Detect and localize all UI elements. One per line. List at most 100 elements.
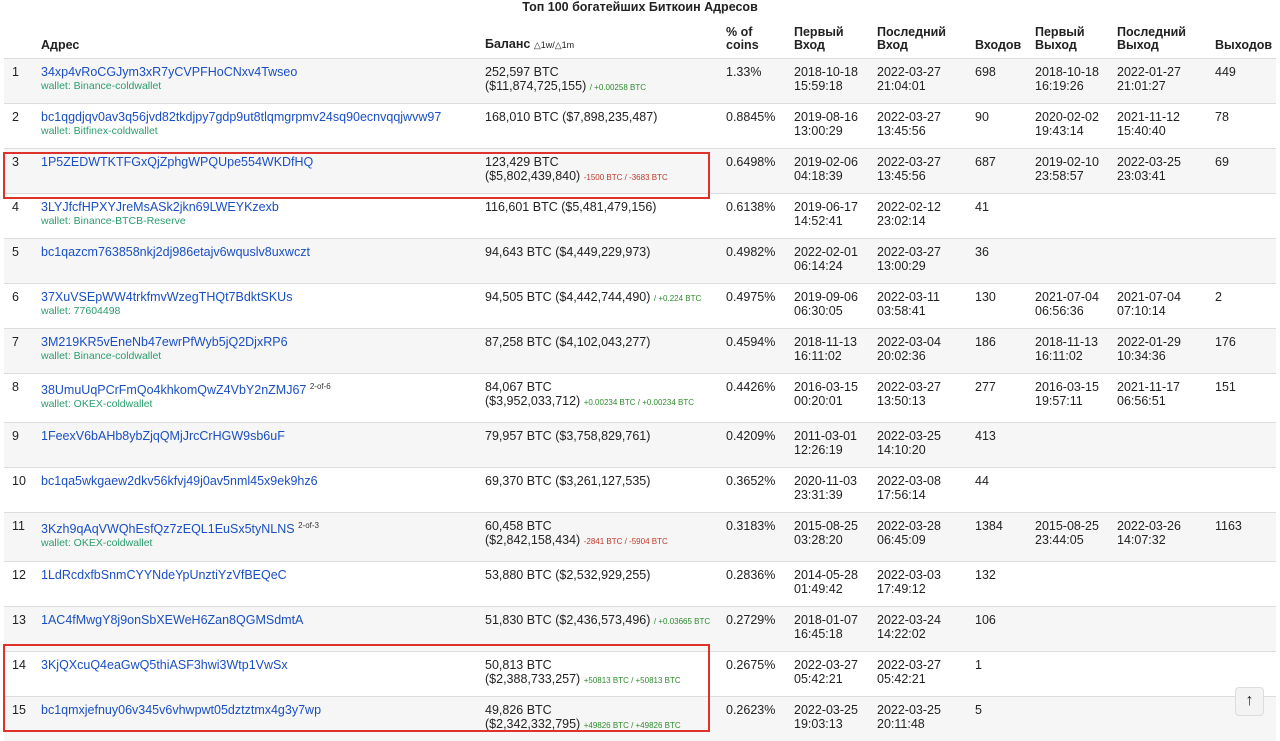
pct: 0.4982% — [722, 239, 790, 284]
last-out: 2022-01-27 21:01:27 — [1113, 59, 1211, 104]
col-pct[interactable]: % of coins — [722, 22, 790, 59]
col-balance[interactable]: Баланс △1w/△1m — [481, 22, 722, 59]
wallet-label: wallet: Bitfinex-coldwallet — [41, 124, 477, 138]
col-rank — [4, 22, 37, 59]
last-out: 2021-11-12 15:40:40 — [1113, 104, 1211, 149]
table-row: 10 bc1qa5wkgaew2dkv56kfvj49j0av5nml45x9ek… — [4, 468, 1276, 513]
outs — [1211, 562, 1276, 607]
first-out — [1031, 607, 1113, 652]
last-out: 2022-01-29 10:34:36 — [1113, 329, 1211, 374]
rank: 5 — [4, 239, 37, 284]
multisig-badge: 2-of-6 — [310, 382, 331, 391]
balance-btc: 94,505 BTC — [485, 290, 552, 304]
balance-btc: 53,880 BTC — [485, 568, 552, 582]
address-link[interactable]: 3M219KR5vEneNb47ewrPfWyb5jQ2DjxRP6 — [41, 335, 288, 349]
ins: 413 — [971, 423, 1031, 468]
address-cell: 1FeexV6bAHb8ybZjqQMjJrcCrHGW9sb6uF — [37, 423, 481, 468]
address-cell: 3LYJfcfHPXYJreMsASk2jkn69LWEYKzexbwallet… — [37, 194, 481, 239]
ins: 36 — [971, 239, 1031, 284]
rank: 3 — [4, 149, 37, 194]
address-link[interactable]: bc1qazcm763858nkj2dj986etajv6wquslv8uxwc… — [41, 245, 310, 259]
balance-cell: 51,830 BTC ($2,436,573,496) / +0.03665 B… — [481, 607, 722, 652]
pct: 0.4209% — [722, 423, 790, 468]
table-row: 134xp4vRoCGJym3xR7yCVPFHoCNxv4Twseowalle… — [4, 59, 1276, 104]
address-link[interactable]: bc1qa5wkgaew2dkv56kfvj49j0av5nml45x9ek9h… — [41, 474, 318, 488]
address-link[interactable]: 34xp4vRoCGJym3xR7yCVPFHoCNxv4Twseo — [41, 65, 297, 79]
balance-delta: / +0.03665 BTC — [654, 617, 710, 626]
last-out — [1113, 239, 1211, 284]
balance-delta: / +0.00258 BTC — [590, 83, 646, 92]
last-in: 2022-03-25 14:10:20 — [873, 423, 971, 468]
pct: 0.4975% — [722, 284, 790, 329]
address-link[interactable]: 1FeexV6bAHb8ybZjqQMjJrcCrHGW9sb6uF — [41, 429, 285, 443]
scroll-to-top-button[interactable]: ↑ — [1235, 687, 1264, 716]
ins: 1 — [971, 652, 1031, 697]
last-out: 2022-03-26 14:07:32 — [1113, 513, 1211, 562]
col-outs[interactable]: Выходов — [1211, 22, 1276, 59]
address-link[interactable]: bc1qmxjefnuy06v345v6vhwpwt05dztztmx4g3y7… — [41, 703, 321, 717]
address-link[interactable]: bc1qgdjqv0av3q56jvd82tkdjpy7gdp9ut8tlqmg… — [41, 110, 441, 124]
last-in: 2022-03-28 06:45:09 — [873, 513, 971, 562]
col-first-in[interactable]: Первый Вход — [790, 22, 873, 59]
balance-usd: ($4,102,043,277) — [555, 335, 650, 349]
pct: 0.4426% — [722, 374, 790, 423]
rank: 8 — [4, 374, 37, 423]
pct: 0.4594% — [722, 329, 790, 374]
address-cell: 1AC4fMwgY8j9onSbXEWeH6Zan8QGMSdmtA — [37, 607, 481, 652]
last-in: 2022-03-24 14:22:02 — [873, 607, 971, 652]
address-cell: bc1qazcm763858nkj2dj986etajv6wquslv8uxwc… — [37, 239, 481, 284]
balance-cell: 49,826 BTC($2,342,332,795) +49826 BTC / … — [481, 697, 722, 741]
balance-delta: / +0.224 BTC — [654, 294, 701, 303]
balance-cell: 87,258 BTC ($4,102,043,277) — [481, 329, 722, 374]
last-out: 2021-07-04 07:10:14 — [1113, 284, 1211, 329]
table-row: 113Kzh9qAqVWQhEsfQz7zEQL1EuSx5tyNLNS 2-o… — [4, 513, 1276, 562]
ins: 41 — [971, 194, 1031, 239]
address-cell: 34xp4vRoCGJym3xR7yCVPFHoCNxv4Twseowallet… — [37, 59, 481, 104]
rank: 14 — [4, 652, 37, 697]
last-in: 2022-03-27 05:42:21 — [873, 652, 971, 697]
first-out — [1031, 423, 1113, 468]
address-link[interactable]: 1P5ZEDWTKTFGxQjZphgWPQUpe554WKDfHQ — [41, 155, 313, 169]
first-in: 2011-03-01 12:26:19 — [790, 423, 873, 468]
first-in: 2014-05-28 01:49:42 — [790, 562, 873, 607]
first-in: 2022-03-25 19:03:13 — [790, 697, 873, 741]
address-link[interactable]: 38UmuUqPCrFmQo4khkomQwZ4VbY2nZMJ67 — [41, 383, 306, 397]
address-link[interactable]: 3LYJfcfHPXYJreMsASk2jkn69LWEYKzexb — [41, 200, 279, 214]
outs — [1211, 468, 1276, 513]
first-in: 2019-06-17 14:52:41 — [790, 194, 873, 239]
last-in: 2022-03-27 13:50:13 — [873, 374, 971, 423]
table-row: 31P5ZEDWTKTFGxQjZphgWPQUpe554WKDfHQ123,4… — [4, 149, 1276, 194]
address-link[interactable]: 37XuVSEpWW4trkfmvWzegTHQt7BdktSKUs — [41, 290, 292, 304]
balance-delta: -1500 BTC / -3683 BTC — [584, 173, 668, 182]
balance-cell: 53,880 BTC ($2,532,929,255) — [481, 562, 722, 607]
table-row: 5 bc1qazcm763858nkj2dj986etajv6wquslv8uxw… — [4, 239, 1276, 284]
balance-usd: ($5,802,439,840) — [485, 169, 580, 183]
address-cell: 38UmuUqPCrFmQo4khkomQwZ4VbY2nZMJ67 2-of-… — [37, 374, 481, 423]
col-last-out[interactable]: Последний Выход — [1113, 22, 1211, 59]
rank: 10 — [4, 468, 37, 513]
balance-cell: 116,601 BTC ($5,481,479,156) — [481, 194, 722, 239]
address-cell: bc1qmxjefnuy06v345v6vhwpwt05dztztmx4g3y7… — [37, 697, 481, 741]
balance-delta: -2841 BTC / -5904 BTC — [584, 537, 668, 546]
rank: 11 — [4, 513, 37, 562]
address-link[interactable]: 1LdRcdxfbSnmCYYNdeYpUnztiYzVfBEQeC — [41, 568, 287, 582]
address-link[interactable]: 3Kzh9qAqVWQhEsfQz7zEQL1EuSx5tyNLNS — [41, 522, 295, 536]
col-ins[interactable]: Входов — [971, 22, 1031, 59]
address-link[interactable]: 1AC4fMwgY8j9onSbXEWeH6Zan8QGMSdmtA — [41, 613, 303, 627]
address-link[interactable]: 3KjQXcuQ4eaGwQ5thiASF3hwi3Wtp1VwSx — [41, 658, 288, 672]
balance-usd: ($2,842,158,434) — [485, 533, 580, 547]
rank: 9 — [4, 423, 37, 468]
first-in: 2018-10-18 15:59:18 — [790, 59, 873, 104]
rank: 12 — [4, 562, 37, 607]
wallet-label: wallet: OKEX-coldwallet — [41, 536, 477, 550]
col-address[interactable]: Адрес — [37, 22, 481, 59]
rank: 15 — [4, 697, 37, 741]
rank: 13 — [4, 607, 37, 652]
pct: 0.6498% — [722, 149, 790, 194]
ins: 5 — [971, 697, 1031, 741]
col-first-out[interactable]: Первый Выход — [1031, 22, 1113, 59]
rank: 1 — [4, 59, 37, 104]
first-in: 2015-08-25 03:28:20 — [790, 513, 873, 562]
col-last-in[interactable]: Последний Вход — [873, 22, 971, 59]
balance-cell: 252,597 BTC($11,874,725,155) / +0.00258 … — [481, 59, 722, 104]
